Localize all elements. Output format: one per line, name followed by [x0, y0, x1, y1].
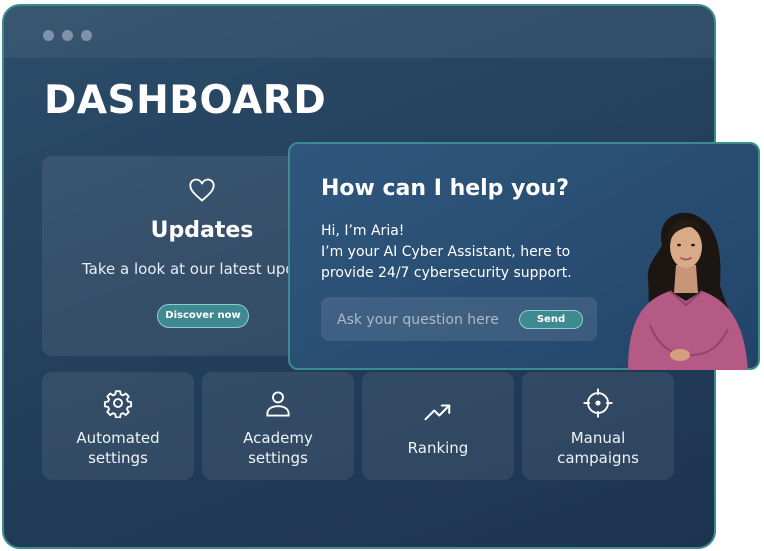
- chat-greeting: Hi, I’m Aria!: [321, 223, 405, 239]
- tile-label-line1: Academy: [243, 429, 313, 447]
- tile-label-line2: settings: [248, 449, 308, 467]
- gear-icon: [103, 390, 133, 418]
- question-input[interactable]: [335, 308, 519, 332]
- assistant-avatar: [628, 212, 748, 370]
- tile-automated-settings[interactable]: Automated settings: [42, 372, 194, 480]
- tile-label-line1: Automated: [76, 429, 160, 447]
- tile-academy-settings[interactable]: Academy settings: [202, 372, 354, 480]
- target-icon: [583, 388, 613, 418]
- tile-label-line2: campaigns: [557, 449, 639, 467]
- window-titlebar: [4, 6, 714, 58]
- user-icon: [266, 391, 290, 417]
- discover-now-button[interactable]: Discover now: [157, 304, 249, 328]
- window-dot-icon[interactable]: [81, 30, 92, 41]
- page-title: DASHBOARD: [44, 78, 327, 123]
- window-dot-icon[interactable]: [43, 30, 54, 41]
- tile-ranking[interactable]: Ranking: [362, 372, 514, 480]
- chat-title: How can I help you?: [321, 176, 569, 201]
- question-input-box: Send: [321, 297, 597, 341]
- send-button[interactable]: Send: [519, 310, 583, 329]
- tile-manual-campaigns[interactable]: Manual campaigns: [522, 372, 674, 480]
- tile-label-line1: Ranking: [407, 439, 469, 457]
- window-dot-icon[interactable]: [62, 30, 73, 41]
- updates-subtitle: Take a look at our latest upd: [82, 260, 295, 278]
- tile-label-line2: settings: [88, 449, 148, 467]
- chat-message-line: I’m your AI Cyber Assistant, here to: [321, 244, 571, 260]
- trending-up-icon: [424, 404, 451, 421]
- chat-message-line: provide 24/7 cybersecurity support.: [321, 265, 572, 281]
- heart-icon: [189, 178, 215, 202]
- tile-label-line1: Manual: [570, 429, 626, 447]
